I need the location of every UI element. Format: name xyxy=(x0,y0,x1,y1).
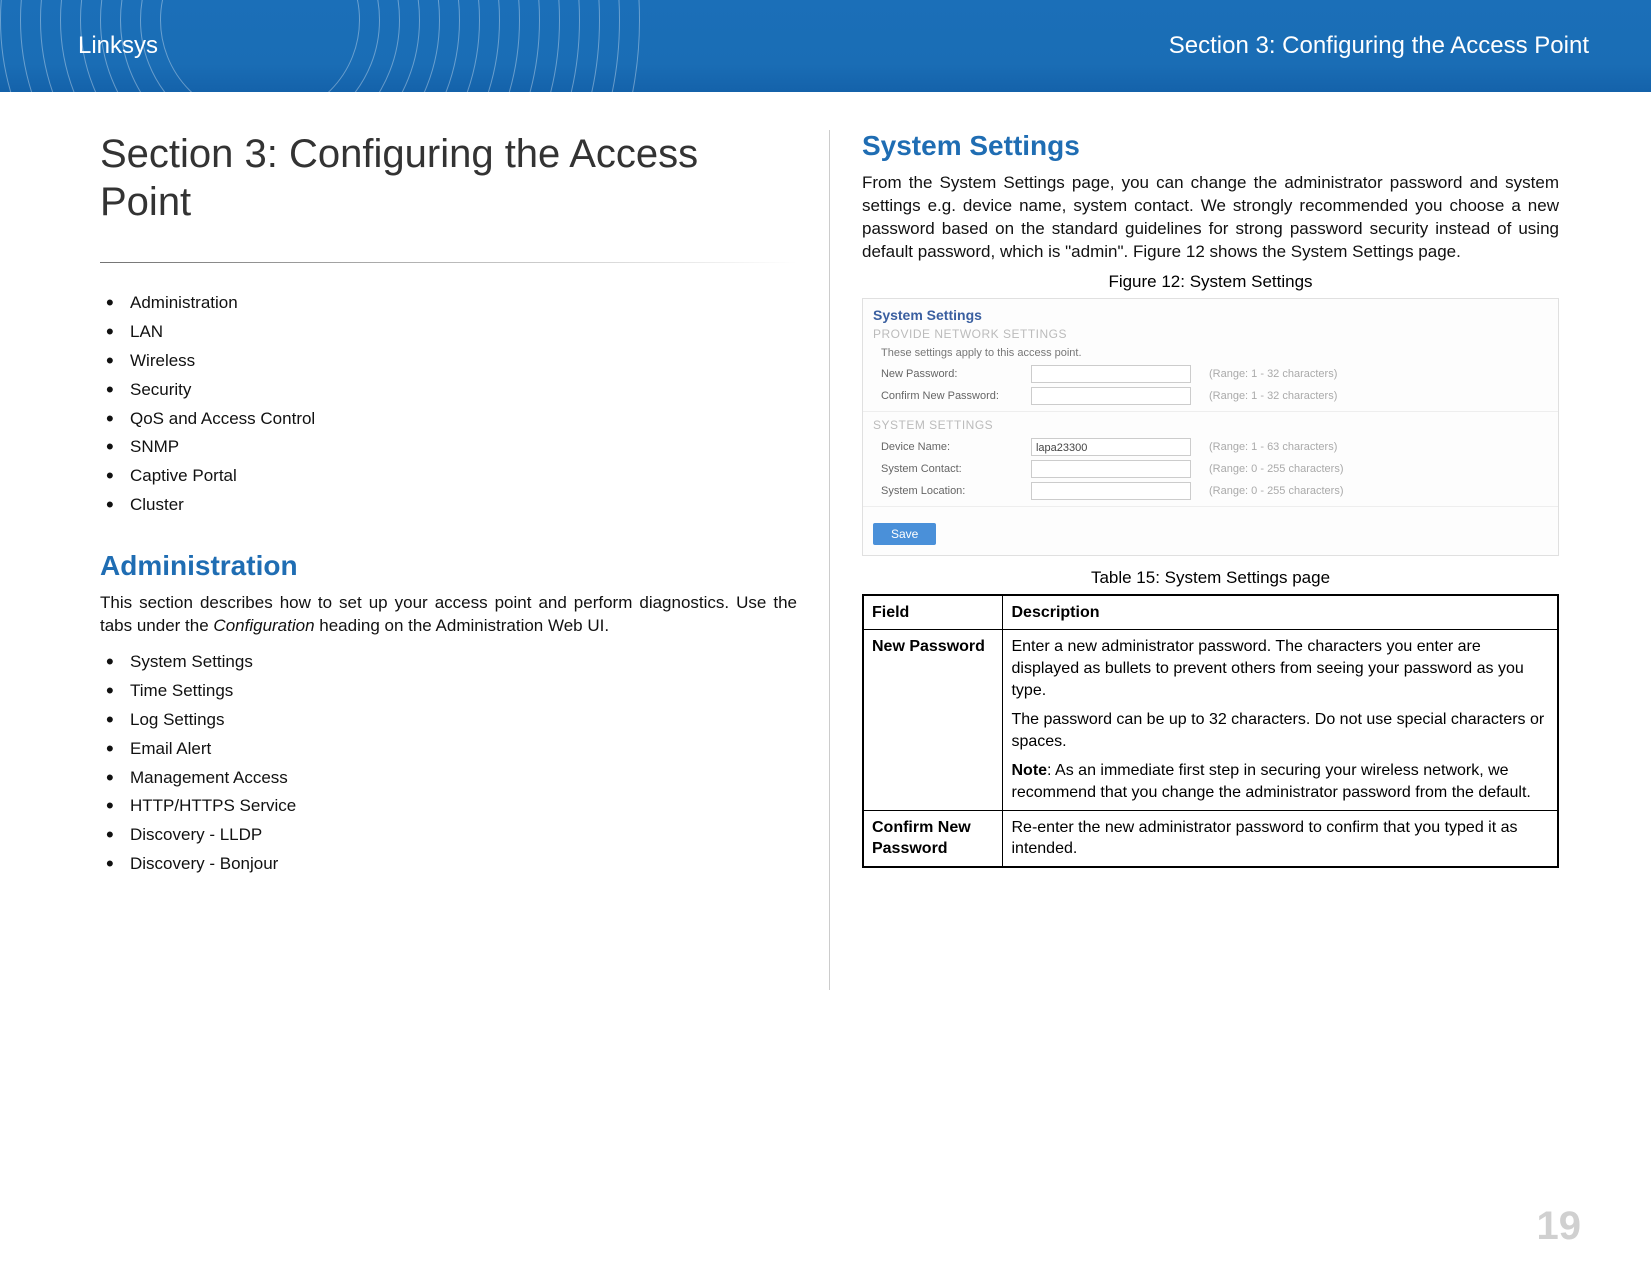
page-number: 19 xyxy=(1537,1204,1582,1249)
list-item: HTTP/HTTPS Service xyxy=(106,792,797,821)
shot-row: System Contact: (Range: 0 - 255 characte… xyxy=(881,460,1548,478)
page-body: Section 3: Configuring the Access Point … xyxy=(0,92,1651,990)
shot-row: Confirm New Password: (Range: 1 - 32 cha… xyxy=(881,387,1548,405)
shot-row: Device Name: lapa23300 (Range: 1 - 63 ch… xyxy=(881,438,1548,456)
shot-divider xyxy=(863,411,1558,412)
list-item: SNMP xyxy=(106,433,797,462)
shot-field-input xyxy=(1031,365,1191,383)
administration-sublist: System Settings Time Settings Log Settin… xyxy=(100,648,797,879)
desc-note: Note: As an immediate first step in secu… xyxy=(1011,760,1549,803)
text-fragment: heading on the Administration Web UI. xyxy=(315,616,610,635)
page-title: Section 3: Configuring the Access Point xyxy=(100,130,797,226)
figure-caption: Figure 12: System Settings xyxy=(862,272,1559,292)
list-item: Time Settings xyxy=(106,677,797,706)
shot-save-button: Save xyxy=(873,523,936,545)
text-emphasis: Configuration xyxy=(213,616,314,635)
table-cell-desc: Enter a new administrator password. The … xyxy=(1003,630,1558,810)
table-caption: Table 15: System Settings page xyxy=(862,568,1559,588)
shot-field-hint: (Range: 0 - 255 characters) xyxy=(1209,485,1344,497)
shot-title: System Settings xyxy=(873,307,1548,323)
system-settings-screenshot: System Settings PROVIDE NETWORK SETTINGS… xyxy=(862,298,1559,556)
shot-row: System Location: (Range: 0 - 255 charact… xyxy=(881,482,1548,500)
list-item: QoS and Access Control xyxy=(106,405,797,434)
system-settings-heading: System Settings xyxy=(862,130,1559,162)
table-cell-desc: Re-enter the new administrator password … xyxy=(1003,810,1558,867)
right-column: System Settings From the System Settings… xyxy=(840,130,1581,990)
table-cell-field: Confirm New Password xyxy=(863,810,1003,867)
table-header-row: Field Description xyxy=(863,595,1558,630)
shot-field-input xyxy=(1031,482,1191,500)
desc-paragraph: The password can be up to 32 characters.… xyxy=(1011,709,1549,752)
list-item: Email Alert xyxy=(106,735,797,764)
table-header-field: Field xyxy=(863,595,1003,630)
section-toc-list: Administration LAN Wireless Security QoS… xyxy=(100,289,797,520)
column-divider xyxy=(829,130,830,990)
list-item: Administration xyxy=(106,289,797,318)
header-section-label: Section 3: Configuring the Access Point xyxy=(1169,32,1589,60)
list-item: Security xyxy=(106,376,797,405)
list-item: Captive Portal xyxy=(106,462,797,491)
shot-field-label: System Location: xyxy=(881,485,1031,497)
list-item: LAN xyxy=(106,318,797,347)
table-row: Confirm New Password Re-enter the new ad… xyxy=(863,810,1558,867)
list-item: Discovery - Bonjour xyxy=(106,850,797,879)
brand-label: Linksys xyxy=(78,32,158,60)
shot-field-input: lapa23300 xyxy=(1031,438,1191,456)
shot-field-hint: (Range: 1 - 63 characters) xyxy=(1209,441,1337,453)
shot-field-label: Confirm New Password: xyxy=(881,390,1031,402)
title-divider xyxy=(100,262,797,263)
note-text: : As an immediate first step in securing… xyxy=(1011,762,1530,801)
table-cell-field: New Password xyxy=(863,630,1003,810)
system-settings-paragraph: From the System Settings page, you can c… xyxy=(862,172,1559,264)
list-item: Discovery - LLDP xyxy=(106,821,797,850)
shot-field-hint: (Range: 1 - 32 characters) xyxy=(1209,390,1337,402)
shot-field-label: New Password: xyxy=(881,368,1031,380)
shot-row: New Password: (Range: 1 - 32 characters) xyxy=(881,365,1548,383)
desc-paragraph: Enter a new administrator password. The … xyxy=(1011,636,1549,701)
list-item: Log Settings xyxy=(106,706,797,735)
table-row: New Password Enter a new administrator p… xyxy=(863,630,1558,810)
system-settings-table: Field Description New Password Enter a n… xyxy=(862,594,1559,868)
shot-field-hint: (Range: 1 - 32 characters) xyxy=(1209,368,1337,380)
page-header: Linksys Section 3: Configuring the Acces… xyxy=(0,0,1651,92)
administration-paragraph: This section describes how to set up you… xyxy=(100,592,797,638)
shot-field-label: System Contact: xyxy=(881,463,1031,475)
list-item: System Settings xyxy=(106,648,797,677)
list-item: Cluster xyxy=(106,491,797,520)
shot-field-hint: (Range: 0 - 255 characters) xyxy=(1209,463,1344,475)
table-header-desc: Description xyxy=(1003,595,1558,630)
shot-group-heading: PROVIDE NETWORK SETTINGS xyxy=(873,327,1548,341)
shot-field-input xyxy=(1031,387,1191,405)
left-column: Section 3: Configuring the Access Point … xyxy=(78,130,819,990)
shot-divider xyxy=(863,506,1558,507)
shot-group-heading: SYSTEM SETTINGS xyxy=(873,418,1548,432)
shot-note: These settings apply to this access poin… xyxy=(881,347,1548,359)
shot-field-label: Device Name: xyxy=(881,441,1031,453)
administration-heading: Administration xyxy=(100,550,797,582)
list-item: Wireless xyxy=(106,347,797,376)
list-item: Management Access xyxy=(106,764,797,793)
shot-field-input xyxy=(1031,460,1191,478)
note-label: Note xyxy=(1011,762,1047,779)
